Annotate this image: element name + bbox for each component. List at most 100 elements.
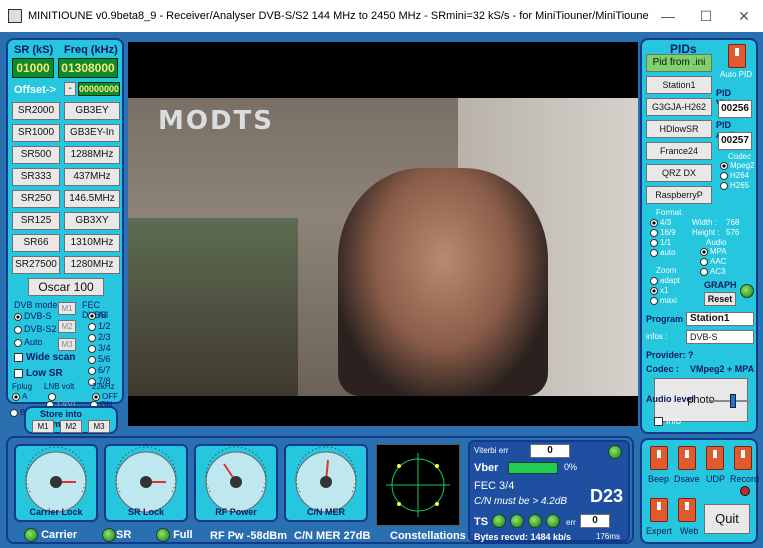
operator-image [338,168,548,396]
fec-option[interactable]: All [88,310,108,320]
station-button[interactable]: HDlowSR [646,120,712,138]
format-label: Format [656,208,682,217]
carrier-led-icon [24,528,38,542]
codec-line-label: Codec : [646,364,680,374]
preset-sr-button[interactable]: SR125 [12,212,60,230]
fec-option[interactable]: 6/7 [88,365,111,375]
audio-option[interactable]: AC3 [700,267,726,276]
format-option[interactable]: 1/1 [650,238,671,247]
gauge-label: RF Power [215,507,257,517]
preset-sr-button[interactable]: SR1000 [12,124,60,142]
codec-h265[interactable]: H265 [720,181,749,190]
record-switch[interactable] [734,446,752,470]
wide-scan-checkbox[interactable]: Wide scan [14,352,75,363]
radio-icon [700,247,708,256]
rf-power-readout: RF Pw -58dBm [210,530,288,542]
record-label: Record [730,474,760,484]
preset-freq-button[interactable]: 1310MHz [64,234,120,252]
zoom-option[interactable]: x1 [650,286,668,295]
preset-sr-button[interactable]: SR66 [12,234,60,252]
preset-freq-button[interactable]: GB3XY [64,212,120,230]
codec-mpeg2[interactable]: Mpeg2 [720,161,754,170]
preset-freq-button[interactable]: 437MHz [64,168,120,186]
offset-value[interactable]: 00000000 [78,82,120,96]
pid-from-ini-button[interactable]: Pid from .ini [646,54,712,72]
preset-freq-button[interactable]: 146.5MHz [64,190,120,208]
fec-option[interactable]: 3/4 [88,343,111,353]
beep-switch[interactable] [650,446,668,470]
format-option[interactable]: 16/9 [650,228,676,237]
radio-icon [650,238,658,247]
preset-sr-button[interactable]: SR250 [12,190,60,208]
web-switch[interactable] [678,498,696,522]
preset-sr-button[interactable]: SR27500 [12,256,60,274]
m2-button[interactable]: M2 [58,320,76,333]
codec-label: Codec [728,152,752,161]
preset-sr-button[interactable]: SR500 [12,146,60,164]
preset-sr-button[interactable]: SR333 [12,168,60,186]
oscar-100-button[interactable]: Oscar 100 [28,278,104,296]
video-display[interactable]: MODTS [128,42,638,426]
station-button[interactable]: Station1 [646,76,712,94]
dvb-mode-option[interactable]: Auto [14,337,43,347]
maximize-button[interactable]: ☐ [687,8,725,25]
low-sr-checkbox[interactable]: Low SR [14,368,63,379]
preset-freq-button[interactable]: GB3EY [64,102,120,120]
codec-h264[interactable]: H264 [720,171,749,180]
reset-button[interactable]: Reset [704,292,736,306]
info-checkbox[interactable]: Info [654,416,681,427]
provider-text: Provider: ? [646,350,694,360]
radio-icon [650,286,658,295]
dvb-mode-option[interactable]: DVB-S2 [14,324,57,334]
format-option[interactable]: auto [650,248,676,257]
preset-freq-button[interactable]: GB3EY-In [64,124,120,142]
sr-value[interactable]: 01000 [12,58,54,78]
m1-button[interactable]: M1 [58,302,76,315]
station-button[interactable]: QRZ DX [646,164,712,182]
expert-switch[interactable] [650,498,668,522]
radio-icon [10,408,18,417]
station-button[interactable]: G3GJA-H262 [646,98,712,116]
audio-option[interactable]: AAC [700,257,726,266]
radio-icon [88,322,96,331]
quit-button[interactable]: Quit [704,504,750,534]
format-option[interactable]: 4/3 [650,218,671,227]
sr-led-icon [102,528,116,542]
lnb-label: LNB volt [44,382,75,391]
store-m2-button[interactable]: M2 [60,420,82,433]
store-m1-button[interactable]: M1 [32,420,54,433]
beep-label: Beep [648,474,670,484]
fec-option[interactable]: 2/3 [88,332,111,342]
udp-switch[interactable] [706,446,724,470]
preset-freq-button[interactable]: 1280MHz [64,256,120,274]
offset-sign-button[interactable]: - [64,82,76,96]
auto-pid-switch[interactable] [728,44,746,68]
graph-led-icon[interactable] [740,284,754,298]
minimize-button[interactable]: — [649,8,687,24]
close-button[interactable]: ✕ [725,8,763,25]
preset-freq-button[interactable]: 1288MHz [64,146,120,164]
zoom-option[interactable]: adapt [650,276,680,285]
fplug-a[interactable]: A [12,392,27,401]
dsave-switch[interactable] [678,446,696,470]
station-button[interactable]: France24 [646,142,712,160]
dvb-mode-option[interactable]: DVB-S [14,311,52,321]
radio-icon [720,181,728,190]
station-button[interactable]: RaspberryP [646,186,712,204]
store-m3-button[interactable]: M3 [88,420,110,433]
fec-option[interactable]: 5/6 [88,354,111,364]
pid-video-field[interactable]: 00256 [718,100,752,118]
audio-level-thumb[interactable] [730,394,736,408]
preset-sr-button[interactable]: SR2000 [12,102,60,120]
m3-button[interactable]: M3 [58,338,76,351]
video-osd-text: MODTS [158,106,275,136]
zoom-option[interactable]: maxi [650,296,677,305]
gauge-label: SR Lock [127,507,164,517]
full-led-icon [156,528,170,542]
audio-option[interactable]: MPA [700,247,727,256]
fec-option[interactable]: 1/2 [88,321,111,331]
freq-value[interactable]: 01308000 [58,58,118,78]
program-label: Program [646,314,684,324]
pid-audio-field[interactable]: 00257 [718,132,752,150]
infos-field: DVB-S [686,330,754,344]
